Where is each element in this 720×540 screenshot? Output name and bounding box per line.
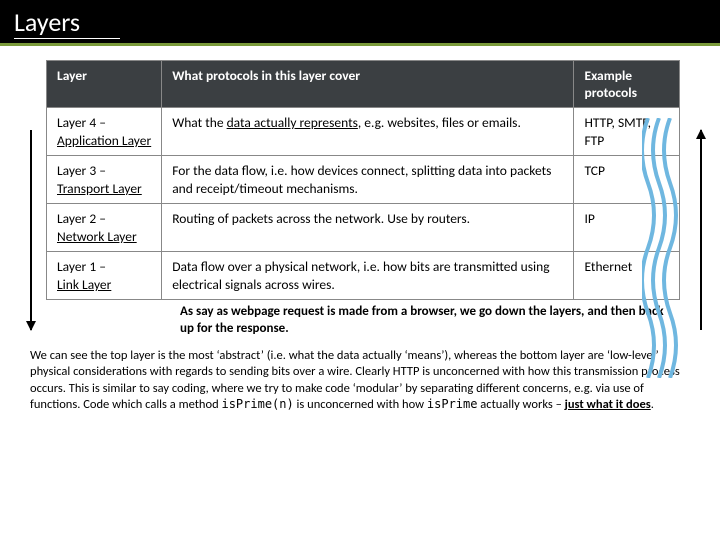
table-header-row: Layer What protocols in this layer cover… [47,61,680,108]
cell-layer: Layer 1 –Link Layer [47,252,162,300]
layers-table-wrap: Layer What protocols in this layer cover… [46,60,680,300]
cell-desc: What the data actually represents, e.g. … [162,108,574,156]
col-layer: Layer [47,61,162,108]
page-title: Layers [14,6,120,39]
explanation-paragraph: We can see the top layer is the most ‘ab… [30,348,690,413]
cell-layer: Layer 4 –Application Layer [47,108,162,156]
col-examples: Example protocols [574,61,680,108]
cell-layer: Layer 3 –Transport Layer [47,156,162,204]
cell-desc: Data flow over a physical network, i.e. … [162,252,574,300]
cell-desc: Routing of packets across the network. U… [162,204,574,252]
cell-desc: For the data flow, i.e. how devices conn… [162,156,574,204]
layers-table: Layer What protocols in this layer cover… [46,60,680,300]
cell-layer: Layer 2 –Network Layer [47,204,162,252]
col-desc: What protocols in this layer cover [162,61,574,108]
cell-examples: Ethernet [574,252,680,300]
cell-examples: TCP [574,156,680,204]
cell-examples: IP [574,204,680,252]
table-caption: As say as webpage request is made from a… [180,304,680,338]
table-row: Layer 2 –Network Layer Routing of packet… [47,204,680,252]
table-row: Layer 4 –Application Layer What the data… [47,108,680,156]
cell-examples: HTTP, SMTP, FTP [574,108,680,156]
title-bar: Layers [0,0,720,46]
table-row: Layer 1 –Link Layer Data flow over a phy… [47,252,680,300]
arrow-down-icon [30,130,32,330]
arrow-up-icon [700,130,702,330]
table-row: Layer 3 –Transport Layer For the data fl… [47,156,680,204]
